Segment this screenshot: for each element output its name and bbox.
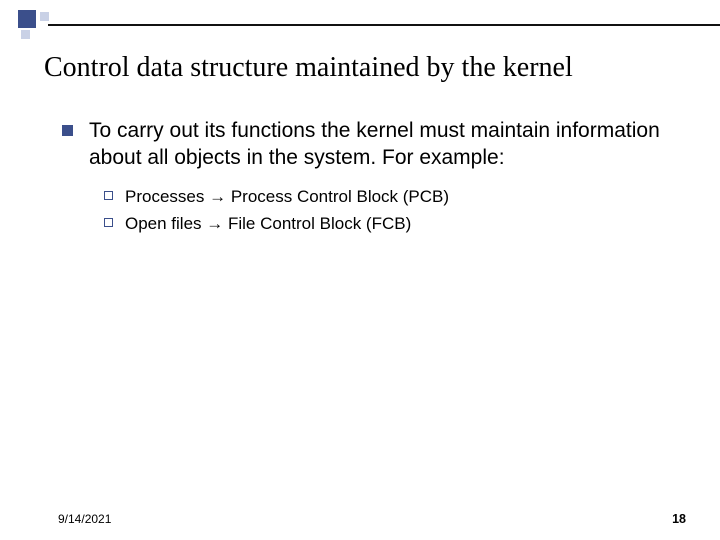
slide-body: To carry out its functions the kernel mu… (62, 118, 680, 240)
list-item-text: Processes → Process Control Block (PCB) (125, 186, 449, 209)
bullet-icon (62, 125, 73, 136)
sub-text-after: File Control Block (FCB) (223, 214, 411, 233)
decor-square-large (18, 10, 36, 28)
sub-list: Processes → Process Control Block (PCB) … (104, 186, 680, 236)
list-item: To carry out its functions the kernel mu… (62, 118, 680, 172)
sub-text-before: Processes (125, 187, 209, 206)
slide: Control data structure maintained by the… (0, 0, 720, 540)
arrow-icon: → (206, 214, 223, 233)
arrow-icon: → (209, 187, 226, 206)
list-item: Open files → File Control Block (FCB) (104, 213, 680, 236)
hollow-bullet-icon (104, 191, 113, 200)
slide-title: Control data structure maintained by the… (44, 52, 690, 84)
decor-square-small (40, 12, 49, 21)
list-item-text: Open files → File Control Block (FCB) (125, 213, 411, 236)
corner-decoration (18, 10, 58, 50)
footer-page-number: 18 (672, 512, 686, 526)
list-item-text: To carry out its functions the kernel mu… (89, 118, 680, 172)
sub-text-before: Open files (125, 214, 206, 233)
sub-text-after: Process Control Block (PCB) (226, 187, 449, 206)
decor-square-small (21, 30, 30, 39)
horizontal-rule (48, 24, 720, 26)
footer-date: 9/14/2021 (58, 512, 111, 526)
list-item: Processes → Process Control Block (PCB) (104, 186, 680, 209)
hollow-bullet-icon (104, 218, 113, 227)
